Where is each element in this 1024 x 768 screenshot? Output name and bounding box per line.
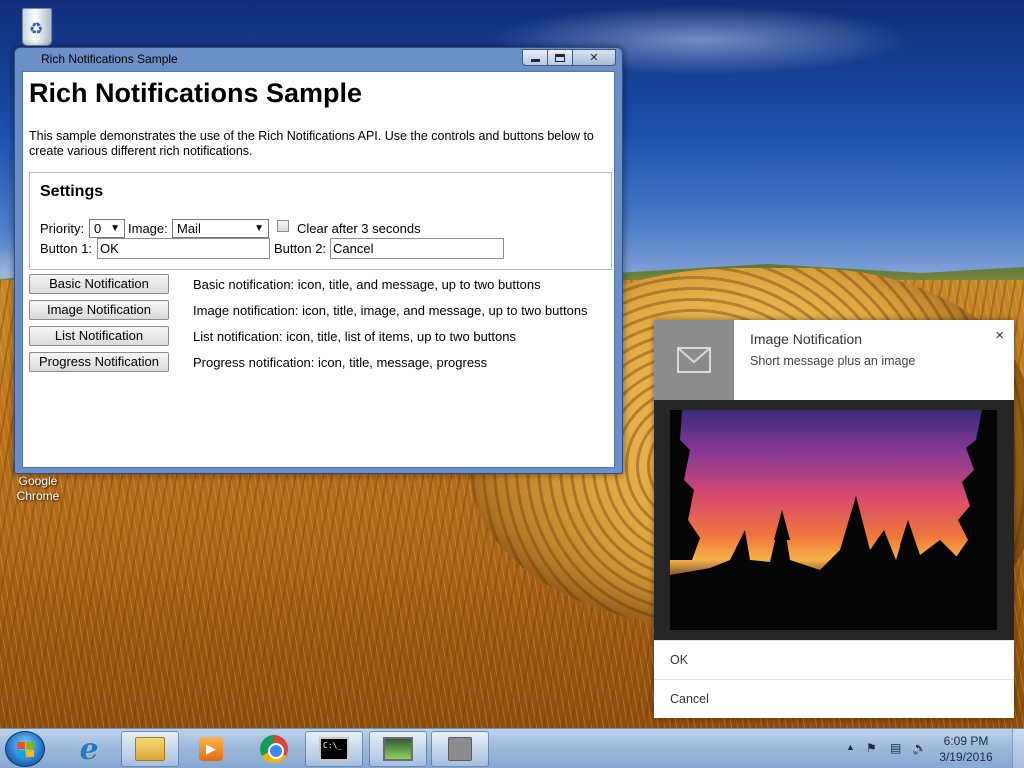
sunset-silhouette	[670, 410, 997, 630]
minimize-button[interactable]	[522, 49, 548, 66]
minimize-icon	[530, 59, 540, 62]
button1-label: Button 1:	[40, 241, 93, 256]
close-button[interactable]: ✕	[573, 49, 616, 66]
taskbar-media-center[interactable]: ▶	[182, 731, 240, 767]
image-value: Mail	[177, 221, 201, 236]
window-client-area: Rich Notifications Sample This sample de…	[22, 71, 615, 468]
list-notification-description: List notification: icon, title, list of …	[193, 329, 516, 344]
maximize-button[interactable]	[548, 49, 573, 66]
windows-logo-icon	[17, 742, 35, 758]
priority-label: Priority:	[40, 221, 85, 236]
maximize-icon	[555, 53, 565, 62]
image-notification-button[interactable]: Image Notification	[29, 300, 169, 320]
notification-message: Short message plus an image	[750, 354, 916, 368]
start-button[interactable]	[5, 731, 45, 767]
chevron-down-icon: ▼	[254, 223, 264, 234]
folder-icon	[135, 737, 165, 761]
window-title: Rich Notifications Sample	[41, 52, 178, 66]
recycle-bin-icon[interactable]	[16, 6, 60, 48]
taskbar-resource-monitor[interactable]	[369, 731, 427, 767]
button2-label: Button 2:	[274, 241, 327, 256]
volume-icon[interactable]: 🔈	[912, 741, 927, 755]
desktop-chrome-shortcut[interactable]: Google Chrome	[10, 474, 66, 504]
progress-notification-description: Progress notification: icon, title, mess…	[193, 355, 488, 370]
show-hidden-icons-icon[interactable]: ▲	[846, 742, 855, 752]
image-label: Image:	[128, 221, 168, 236]
page-title: Rich Notifications Sample	[29, 78, 363, 108]
settings-fieldset: Settings Priority: 0 ▼ Image: Mail ▼ Cle…	[29, 172, 612, 270]
media-player-icon: ▶	[199, 737, 223, 761]
notification-ok-button[interactable]: OK	[654, 640, 1014, 679]
window-titlebar[interactable]: Rich Notifications Sample ✕	[15, 48, 622, 70]
taskbar-app-window[interactable]	[431, 731, 489, 767]
app-window: Rich Notifications Sample ✕ Rich Notific…	[14, 47, 623, 474]
progress-notification-button[interactable]: Progress Notification	[29, 352, 169, 372]
close-icon: ✕	[589, 52, 599, 64]
internet-explorer-icon: e	[79, 731, 99, 767]
clear-after-checkbox[interactable]	[277, 220, 289, 232]
chevron-down-icon: ▼	[110, 223, 120, 234]
button2-input[interactable]: Cancel	[330, 238, 504, 259]
desktop-chrome-label: Google Chrome	[16, 474, 60, 503]
show-desktop-button[interactable]	[1012, 729, 1024, 768]
app-icon	[448, 737, 472, 761]
notification-cancel-button[interactable]: Cancel	[654, 679, 1014, 718]
button1-input[interactable]: OK	[97, 238, 270, 259]
clock-date: 3/19/2016	[939, 750, 993, 764]
notification-image-area	[654, 400, 1014, 640]
chrome-icon	[260, 735, 288, 763]
image-notification-popup: Image Notification Short message plus an…	[654, 320, 1014, 718]
taskbar-google-chrome[interactable]	[245, 731, 303, 767]
notification-title: Image Notification	[750, 331, 863, 347]
command-prompt-icon: C:\_	[319, 737, 349, 761]
settings-heading: Settings	[40, 183, 104, 200]
mail-icon	[677, 347, 711, 373]
taskbar-internet-explorer[interactable]: e	[60, 731, 118, 767]
action-center-icon[interactable]: ⚑	[866, 741, 877, 755]
taskbar-command-prompt[interactable]: C:\_	[305, 731, 363, 767]
taskbar: e ▶ C:\_ ▲ ⚑ ▤ 🔈 6:09 PM 3/19/2016	[0, 728, 1024, 768]
taskbar-windows-explorer[interactable]	[121, 731, 179, 767]
clear-after-label: Clear after 3 seconds	[297, 221, 421, 236]
basic-notification-description: Basic notification: icon, title, and mes…	[193, 277, 541, 292]
notification-image	[670, 410, 997, 630]
priority-value: 0	[94, 221, 102, 236]
window-controls: ✕	[522, 49, 616, 66]
monitor-icon	[383, 737, 413, 761]
notification-close-icon[interactable]: ×	[995, 327, 1004, 344]
notification-icon	[654, 320, 734, 400]
clock-time: 6:09 PM	[943, 734, 989, 748]
image-notification-description: Image notification: icon, title, image, …	[193, 303, 588, 318]
page-intro: This sample demonstrates the use of the …	[29, 129, 594, 158]
taskbar-clock[interactable]: 6:09 PM 3/19/2016	[930, 733, 1002, 765]
image-select[interactable]: Mail ▼	[172, 219, 269, 238]
basic-notification-button[interactable]: Basic Notification	[29, 274, 169, 294]
priority-select[interactable]: 0 ▼	[89, 219, 125, 238]
network-icon[interactable]: ▤	[890, 741, 901, 755]
list-notification-button[interactable]: List Notification	[29, 326, 169, 346]
